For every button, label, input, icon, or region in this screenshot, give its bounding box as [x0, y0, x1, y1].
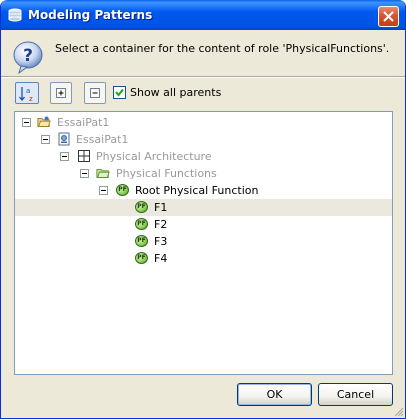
svg-text:?: ?	[23, 46, 33, 66]
separator	[1, 76, 405, 78]
physical-function-icon: PF	[135, 235, 148, 247]
tree-node-label: F4	[154, 252, 168, 265]
expand-all-icon	[56, 88, 66, 98]
collapse-toggle[interactable]	[80, 169, 89, 178]
title-bar[interactable]: Modeling Patterns	[1, 0, 405, 30]
svg-text:a: a	[26, 87, 30, 95]
tree-node-label: EssaiPat1	[76, 133, 129, 146]
tree-node-f1[interactable]: PF F1	[15, 199, 392, 216]
capella-icon	[8, 8, 22, 22]
close-icon	[383, 11, 394, 22]
tree-node-label: F2	[154, 218, 168, 231]
tree-node-label: Root Physical Function	[135, 184, 259, 197]
tree-node-label: F3	[154, 235, 168, 248]
tree-node-physical-architecture[interactable]: Physical Architecture	[15, 148, 392, 165]
physical-function-icon: PF	[135, 218, 148, 230]
project-folder-icon	[37, 116, 51, 127]
tree-node-f2[interactable]: PF F2	[15, 216, 392, 233]
sort-alphabetically-button[interactable]: a z	[15, 82, 39, 104]
tree-node-root-physical-function[interactable]: PF Root Physical Function	[15, 182, 392, 199]
physical-architecture-icon	[78, 150, 90, 162]
tree-node-label: Physical Architecture	[96, 150, 212, 163]
collapse-toggle[interactable]	[99, 186, 108, 195]
tree-node-project[interactable]: EssaiPat1	[15, 114, 392, 131]
expand-all-button[interactable]	[50, 82, 72, 104]
sort-az-icon: a z	[19, 87, 33, 103]
collapse-toggle[interactable]	[41, 135, 50, 144]
tree-node-f4[interactable]: PF F4	[15, 250, 392, 267]
svg-text:z: z	[29, 95, 33, 103]
container-tree[interactable]: EssaiPat1 EssaiPat1 Physical Architectur…	[14, 111, 393, 375]
show-all-parents-label: Show all parents	[130, 86, 222, 99]
collapse-toggle[interactable]	[60, 152, 69, 161]
ok-button[interactable]: OK	[237, 383, 312, 406]
close-button[interactable]	[378, 6, 399, 27]
resize-grip-icon[interactable]	[393, 406, 404, 417]
tree-node-label: F1	[154, 201, 168, 214]
dialog-window: Modeling Patterns ? Select a container f…	[0, 0, 406, 419]
tree-node-label: EssaiPat1	[57, 116, 110, 129]
function-folder-icon	[96, 169, 110, 178]
physical-function-icon: PF	[135, 252, 148, 264]
tree-node-f3[interactable]: PF F3	[15, 233, 392, 250]
collapse-all-icon	[90, 88, 100, 98]
cancel-button[interactable]: Cancel	[318, 383, 393, 406]
tree-node-physical-functions[interactable]: Physical Functions	[15, 165, 392, 182]
physical-function-icon: PF	[116, 184, 129, 196]
model-icon	[58, 132, 70, 146]
dialog-message: Select a container for the content of ro…	[55, 42, 390, 55]
collapse-toggle[interactable]	[22, 118, 31, 127]
window-title: Modeling Patterns	[28, 8, 153, 22]
collapse-all-button[interactable]	[84, 82, 106, 104]
show-all-parents-checkbox[interactable]	[113, 86, 126, 99]
tree-node-model[interactable]: EssaiPat1	[15, 131, 392, 148]
tree-node-label: Physical Functions	[116, 167, 217, 180]
physical-function-icon: PF	[135, 201, 148, 213]
checkmark-icon	[115, 88, 124, 97]
help-question-icon: ?	[13, 41, 43, 74]
